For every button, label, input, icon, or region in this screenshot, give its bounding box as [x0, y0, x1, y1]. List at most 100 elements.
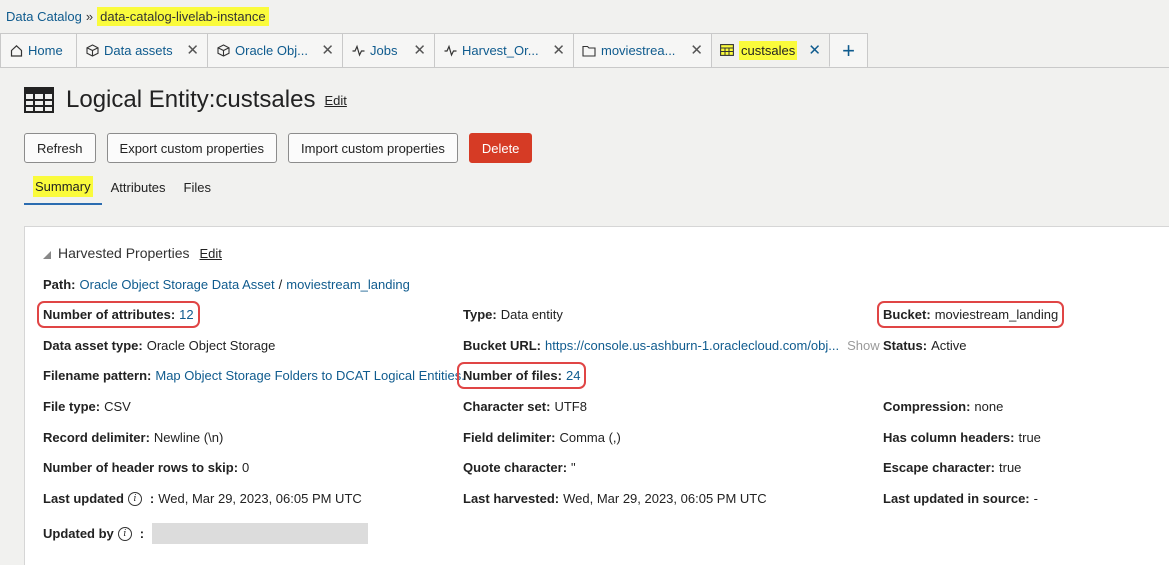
prop-bucket: Bucket: moviestream_landing — [876, 301, 1065, 328]
tab-moviestream[interactable]: moviestrea... ✕ — [574, 33, 712, 67]
prop-key: Last updated in source: — [883, 491, 1030, 506]
tab-attributes[interactable]: Attributes — [102, 170, 175, 205]
tab-label: moviestrea... — [601, 43, 676, 58]
prop-filename-pattern: Filename pattern: Map Object Storage Fol… — [43, 368, 465, 383]
prop-updated-by: Updated by i : — [43, 523, 369, 544]
table-icon — [720, 43, 734, 57]
prop-last-updated: Last updated i : Wed, Mar 29, 2023, 06:0… — [43, 491, 362, 506]
number-of-files-link[interactable]: 24 — [566, 368, 580, 383]
close-icon[interactable]: ✕ — [405, 43, 426, 58]
prop-key: Filename pattern: — [43, 368, 152, 383]
prop-key: Data asset type: — [43, 338, 143, 353]
path-separator: / — [278, 277, 283, 292]
prop-record-delimiter: Record delimiter: Newline (\n) — [43, 430, 223, 445]
prop-bucket-url: Bucket URL: https://console.us-ashburn-1… — [463, 338, 880, 353]
tab-jobs[interactable]: Jobs ✕ — [343, 33, 435, 67]
prop-quote-character: Quote character: " — [463, 460, 576, 475]
title-edit-link[interactable]: Edit — [324, 93, 346, 108]
prop-key: Has column headers: — [883, 430, 1015, 445]
prop-key: Escape character: — [883, 460, 996, 475]
activity-icon — [443, 44, 457, 58]
tab-custsales[interactable]: custsales ✕ — [712, 33, 830, 67]
prop-key: Record delimiter: — [43, 430, 150, 445]
page-title: Logical Entity:custsales — [66, 86, 316, 113]
close-icon[interactable]: ✕ — [178, 43, 199, 58]
number-of-attributes-link[interactable]: 12 — [179, 307, 193, 322]
prop-value: true — [1018, 430, 1041, 445]
prop-value: Newline (\n) — [153, 430, 224, 445]
prop-last-harvested: Last harvested: Wed, Mar 29, 2023, 06:05… — [463, 491, 767, 506]
tab-home[interactable]: Home — [0, 33, 77, 67]
prop-key: Character set: — [463, 399, 551, 414]
path-folder-link[interactable]: moviestream_landing — [286, 277, 410, 292]
prop-type: Type: Data entity — [463, 307, 563, 322]
prop-value: moviestream_landing — [934, 307, 1059, 322]
redacted-value — [152, 523, 369, 544]
tab-label: Data assets — [104, 43, 173, 58]
bucket-url-link[interactable]: https://console.us-ashburn-1.oraclecloud… — [545, 338, 839, 353]
close-icon[interactable]: ✕ — [313, 43, 334, 58]
import-custom-properties-button[interactable]: Import custom properties — [288, 133, 458, 163]
add-tab-button[interactable]: + — [830, 33, 868, 67]
tab-summary-label: Summary — [33, 176, 93, 197]
close-icon[interactable]: ✕ — [682, 43, 703, 58]
section-edit-link[interactable]: Edit — [200, 246, 222, 261]
prop-value: Active — [931, 338, 967, 353]
info-icon[interactable]: i — [127, 491, 142, 506]
activity-icon — [351, 44, 365, 58]
tab-data-assets[interactable]: Data assets ✕ — [77, 33, 208, 67]
breadcrumb-current: data-catalog-livelab-instance — [97, 6, 269, 26]
export-custom-properties-button[interactable]: Export custom properties — [106, 133, 278, 163]
cube-icon — [85, 44, 99, 58]
tab-label: Harvest_Or... — [462, 43, 539, 58]
prop-data-asset-type: Data asset type: Oracle Object Storage — [43, 338, 275, 353]
prop-header-rows: Number of header rows to skip: 0 — [43, 460, 249, 475]
prop-number-of-files: Number of files: 24 — [456, 362, 587, 389]
delete-button[interactable]: Delete — [468, 133, 533, 163]
prop-key: Type: — [463, 307, 497, 322]
prop-key: Updated by — [43, 526, 114, 541]
breadcrumb-root-link[interactable]: Data Catalog — [6, 9, 82, 24]
refresh-button[interactable]: Refresh — [24, 133, 96, 163]
table-icon — [24, 87, 54, 113]
prop-key: Status: — [883, 338, 928, 353]
tab-label: Home — [28, 43, 63, 58]
prop-value: Data entity — [500, 307, 563, 322]
prop-colon: : — [149, 491, 155, 506]
path-asset-link[interactable]: Oracle Object Storage Data Asset — [80, 277, 275, 292]
tab-harvest[interactable]: Harvest_Or... ✕ — [435, 33, 574, 67]
tab-label: Jobs — [370, 43, 398, 58]
prop-value: Comma (,) — [559, 430, 621, 445]
prop-compression: Compression: none — [883, 399, 1003, 414]
harvested-properties-panel: Harvested Properties Edit Path: Oracle O… — [24, 226, 1169, 565]
breadcrumb: Data Catalog » data-catalog-livelab-inst… — [6, 4, 269, 28]
show-link[interactable]: Show — [847, 338, 880, 353]
prop-key: Bucket: — [883, 307, 931, 322]
home-icon — [9, 44, 23, 58]
prop-value: true — [999, 460, 1022, 475]
section-header[interactable]: Harvested Properties Edit — [43, 245, 222, 261]
prop-key: Number of files: — [463, 368, 562, 383]
tab-bar: Home Data assets ✕ Oracle Obj... ✕ Jobs … — [0, 33, 1169, 68]
filename-pattern-link[interactable]: Map Object Storage Folders to DCAT Logic… — [155, 368, 465, 383]
info-icon[interactable]: i — [117, 526, 132, 541]
prop-has-column-headers: Has column headers: true — [883, 430, 1041, 445]
prop-last-updated-in-source: Last updated in source: - — [883, 491, 1038, 506]
tab-label: Oracle Obj... — [235, 43, 308, 58]
folder-icon — [582, 44, 596, 58]
prop-number-of-attributes: Number of attributes: 12 — [37, 301, 200, 328]
prop-key: Number of header rows to skip: — [43, 460, 239, 475]
prop-key: Number of attributes: — [43, 307, 176, 322]
close-icon[interactable]: ✕ — [544, 43, 565, 58]
tab-label: custsales — [739, 40, 798, 60]
tab-files[interactable]: Files — [175, 170, 220, 205]
action-bar: Refresh Export custom properties Import … — [24, 133, 543, 163]
tab-oracle-obj[interactable]: Oracle Obj... ✕ — [208, 33, 343, 67]
prop-key: Field delimiter: — [463, 430, 556, 445]
prop-colon: : — [139, 526, 145, 541]
prop-key: Quote character: — [463, 460, 568, 475]
collapse-triangle-icon[interactable] — [43, 251, 51, 259]
prop-key: Bucket URL: — [463, 338, 542, 353]
close-icon[interactable]: ✕ — [800, 43, 821, 58]
tab-summary[interactable]: Summary — [24, 170, 102, 205]
